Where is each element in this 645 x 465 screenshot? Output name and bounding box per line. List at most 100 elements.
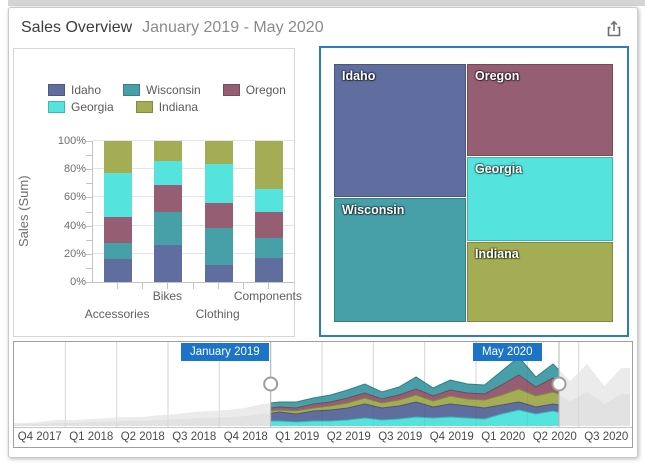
bar-segment-bikes-idaho[interactable] [154,245,182,282]
page-title: Sales Overview [21,19,132,37]
timeline-axis-label: Q1 2019 [272,428,324,447]
chart-legend: Idaho Wisconsin Oregon Georgia [14,83,294,114]
y-tick-label: 0% [34,276,86,288]
legend-swatch-wisconsin [123,84,140,96]
x-category-label-clothing: Clothing [163,307,273,321]
range-start-handle[interactable] [264,378,277,391]
dashboard: Sales Overview January 2019 - May 2020 I… [0,0,645,465]
bar-segment-components-wisconsin[interactable] [255,238,283,258]
window-top-strip [8,0,645,6]
export-button[interactable] [603,19,625,41]
timeline-axis-label: Q3 2020 [581,428,633,447]
y-tick [86,197,92,198]
bar-segment-bikes-georgia[interactable] [154,161,182,185]
y-tick-label: 100% [34,135,86,147]
timeline-axis-label: Q1 2020 [478,428,530,447]
timeline-axis-label: Q3 2018 [169,428,221,447]
bar-plot-area [92,141,294,283]
y-tick-label: 80% [34,163,86,175]
treemap-tile-label: Idaho [342,69,375,83]
bar-segment-bikes-indiana[interactable] [154,141,182,161]
legend-label: Idaho [71,83,101,97]
y-tick-label: 20% [34,248,86,260]
legend-row-2: Georgia Indiana [48,100,260,114]
range-end-label: May 2020 [473,343,542,361]
y-tick [86,155,92,156]
treemap-tile-label: Wisconsin [342,203,404,217]
range-end-handle[interactable] [552,378,565,391]
bar-segment-bikes-wisconsin[interactable] [154,212,182,246]
legend-swatch-georgia [48,101,65,113]
legend-item-georgia: Georgia [48,100,114,114]
bar-bikes [154,141,182,282]
legend-label: Georgia [71,100,114,114]
treemap-column-0: Idaho Wisconsin [334,64,466,323]
bar-clothing [205,141,233,282]
bar-segment-clothing-georgia[interactable] [205,164,233,203]
x-category-label-components: Components [213,289,323,303]
timeline-axis-label: Q2 2018 [117,428,169,447]
y-tick [86,169,92,170]
y-tick [86,183,92,184]
timeline-axis-label: Q2 2020 [529,428,581,447]
bar-segment-accessories-indiana[interactable] [104,141,132,173]
x-category-label-accessories: Accessories [62,307,172,321]
y-axis-title: Sales (Sum) [16,141,34,282]
sales-overview-widget: Sales Overview January 2019 - May 2020 I… [8,7,638,458]
treemap-tile-georgia[interactable]: Georgia [467,157,613,240]
treemap-tile-idaho[interactable]: Idaho [334,64,466,197]
treemap: Idaho Wisconsin Oregon Georgia Indiana [334,64,614,323]
bar-components [255,141,283,282]
y-tick-label: 40% [34,220,86,232]
treemap-panel[interactable]: Idaho Wisconsin Oregon Georgia Indiana [319,46,629,337]
legend-label: Oregon [246,83,286,97]
bar-accessories [104,141,132,282]
legend-item-indiana: Indiana [136,100,198,114]
bar-segment-accessories-idaho[interactable] [104,259,132,282]
legend-item-wisconsin: Wisconsin [123,83,201,97]
bar-segment-accessories-georgia[interactable] [104,173,132,217]
bar-chart-panel[interactable]: Idaho Wisconsin Oregon Georgia [13,48,295,337]
bar-segment-bikes-oregon[interactable] [154,185,182,212]
bar-segment-components-oregon[interactable] [255,212,283,239]
timeline-axis-label: Q4 2017 [14,428,66,447]
treemap-tile-oregon[interactable]: Oregon [467,64,613,156]
treemap-tile-wisconsin[interactable]: Wisconsin [334,198,466,322]
date-range-subtitle: January 2019 - May 2020 [142,19,323,37]
legend-swatch-indiana [136,101,153,113]
bar-segment-components-indiana[interactable] [255,141,283,189]
bar-segment-clothing-oregon[interactable] [205,203,233,228]
treemap-column-1: Oregon Georgia Indiana [467,64,613,323]
bar-segment-clothing-idaho[interactable] [205,265,233,282]
bar-segment-accessories-oregon[interactable] [104,217,132,242]
y-tick [86,212,92,213]
y-tick [86,268,92,269]
legend-label: Indiana [159,100,198,114]
bar-segment-accessories-wisconsin[interactable] [104,243,132,260]
bar-segment-components-idaho[interactable] [255,258,283,282]
y-tick [86,282,92,283]
y-tick [86,254,92,255]
bar-segment-clothing-wisconsin[interactable] [205,228,233,265]
timeline-axis-label: Q4 2018 [220,428,272,447]
legend-label: Wisconsin [146,83,201,97]
bar-segment-components-georgia[interactable] [255,189,283,212]
range-selector[interactable]: January 2019 May 2020 Q4 2017Q1 2018Q2 2… [13,341,633,448]
widget-header: Sales Overview January 2019 - May 2020 [9,8,637,48]
treemap-tile-label: Georgia [475,162,522,176]
legend-swatch-oregon [223,84,240,96]
timeline-axis-label: Q4 2019 [426,428,478,447]
treemap-tile-label: Indiana [475,247,519,261]
y-tick [86,240,92,241]
bar-segment-clothing-indiana[interactable] [205,141,233,164]
treemap-tile-label: Oregon [475,69,519,83]
timeline-axis-label: Q1 2018 [66,428,118,447]
timeline-axis-label: Q3 2019 [375,428,427,447]
export-icon [605,20,623,41]
legend-item-idaho: Idaho [48,83,101,97]
y-tick [86,226,92,227]
range-selector-axis: Q4 2017Q1 2018Q2 2018Q3 2018Q4 2018Q1 20… [14,427,632,447]
legend-swatch-idaho [48,84,65,96]
legend-item-oregon: Oregon [223,83,286,97]
treemap-tile-indiana[interactable]: Indiana [467,242,613,322]
